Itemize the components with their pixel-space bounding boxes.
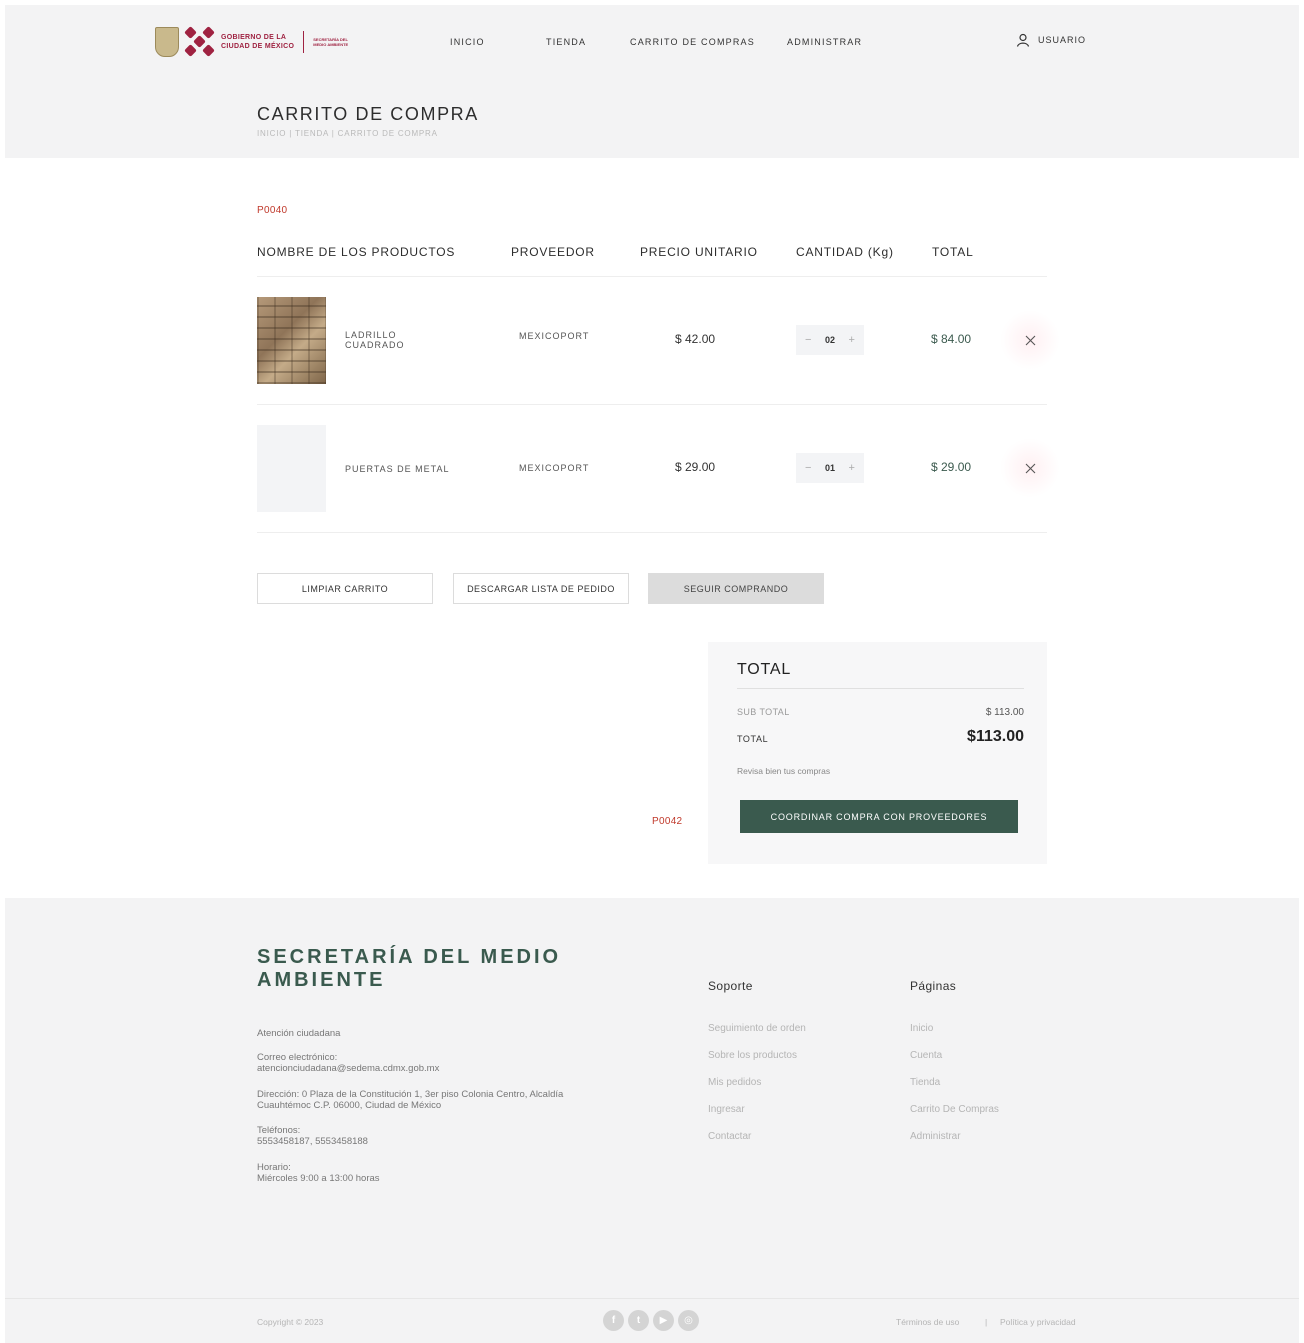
footer-pages-title: Páginas xyxy=(910,979,957,993)
footer-hours: Miércoles 9:00 a 13:00 horas xyxy=(257,1173,380,1184)
subtotal-value: $ 113.00 xyxy=(985,707,1024,718)
footer-email-label: Correo electrónico: xyxy=(257,1052,338,1063)
social-links: f t ▶ ◎ xyxy=(603,1310,699,1331)
product-image-brick[interactable] xyxy=(257,297,326,384)
footer-email[interactable]: atencionciudadana@sedema.cdmx.gob.mx xyxy=(257,1063,597,1074)
continue-shopping-button[interactable]: SEGUIR COMPRANDO xyxy=(648,573,824,604)
footer-brand: SECRETARÍA DEL MEDIO AMBIENTE xyxy=(257,946,562,991)
privacy-link[interactable]: Política y privacidad xyxy=(1000,1317,1076,1327)
remove-item-button[interactable] xyxy=(1000,438,1060,498)
page: GOBIERNO DE LA CIUDAD DE MÉXICO SECRETAR… xyxy=(5,5,1299,1343)
product-provider: MEXICOPORT xyxy=(519,331,590,341)
total-value: $113.00 xyxy=(967,728,1024,745)
row-total: $ 84.00 xyxy=(931,332,972,346)
footer-link-contact[interactable]: Contactar xyxy=(708,1131,751,1142)
user-icon xyxy=(1016,33,1030,47)
order-summary: TOTAL SUB TOTAL $ 113.00 TOTAL $113.00 R… xyxy=(708,642,1047,864)
logo-wordmark: GOBIERNO DE LA CIUDAD DE MÉXICO xyxy=(221,33,294,51)
increase-button[interactable]: + xyxy=(849,462,855,474)
close-icon xyxy=(1025,463,1035,473)
cdmx-logo[interactable]: GOBIERNO DE LA CIUDAD DE MÉXICO SECRETAR… xyxy=(155,25,353,59)
footer: SECRETARÍA DEL MEDIO AMBIENTE Atención c… xyxy=(5,898,1299,1343)
legal-separator: | xyxy=(985,1317,988,1327)
logo-line-2: CIUDAD DE MÉXICO xyxy=(221,43,295,50)
footer-link-account[interactable]: Cuenta xyxy=(910,1050,942,1061)
remove-item-button[interactable] xyxy=(1000,310,1060,370)
footer-link-login[interactable]: Ingresar xyxy=(708,1104,745,1115)
product-name[interactable]: LADRILLO CUADRADO xyxy=(345,330,435,350)
col-header-product: NOMBRE DE LOS PRODUCTOS xyxy=(257,245,456,259)
nav-administrar[interactable]: ADMINISTRAR xyxy=(787,37,862,47)
product-price: $ 42.00 xyxy=(675,332,716,346)
decrease-button[interactable]: − xyxy=(805,462,811,474)
logo-secretaria: SECRETARÍA DEL MEDIO AMBIENTE xyxy=(313,37,349,47)
nav-carrito[interactable]: CARRITO DE COMPRAS xyxy=(630,37,755,47)
footer-phones-label: Teléfonos: xyxy=(257,1125,301,1136)
cdmx-mark-icon xyxy=(184,26,215,57)
row-total: $ 29.00 xyxy=(931,460,972,474)
copyright: Copyright © 2023 xyxy=(257,1317,324,1327)
footer-support-title: Soporte xyxy=(708,979,753,993)
table-divider xyxy=(257,276,1047,277)
quantity-stepper: − 02 + xyxy=(796,325,864,355)
user-label: USUARIO xyxy=(1038,35,1087,45)
reference-code-top: P0040 xyxy=(257,205,288,216)
coordinate-purchase-button[interactable]: COORDINAR COMPRA CON PROVEEDORES xyxy=(740,800,1018,833)
logo-divider xyxy=(303,31,305,53)
quantity-value[interactable]: 01 xyxy=(825,463,835,473)
quantity-stepper: − 01 + xyxy=(796,453,864,483)
footer-link-order-tracking[interactable]: Seguimiento de orden xyxy=(708,1023,806,1034)
summary-title: TOTAL xyxy=(737,661,792,678)
page-hero: GOBIERNO DE LA CIUDAD DE MÉXICO SECRETAR… xyxy=(5,5,1299,158)
quantity-value[interactable]: 02 xyxy=(825,335,835,345)
product-name[interactable]: PUERTAS DE METAL xyxy=(345,464,465,474)
user-menu[interactable]: USUARIO xyxy=(1016,33,1086,47)
facebook-icon[interactable]: f xyxy=(603,1310,624,1331)
col-header-total: TOTAL xyxy=(932,245,974,259)
total-label: TOTAL xyxy=(737,734,769,744)
col-header-provider: PROVEEDOR xyxy=(511,245,595,259)
close-icon xyxy=(1025,335,1035,345)
download-order-list-button[interactable]: DESCARGAR LISTA DE PEDIDO xyxy=(453,573,629,604)
product-image-placeholder[interactable] xyxy=(257,425,326,512)
col-header-unit-price: PRECIO UNITARIO xyxy=(640,245,758,259)
col-header-quantity: CANTIDAD (Kg) xyxy=(796,245,894,259)
summary-note: Revisa bien tus compras xyxy=(737,766,831,776)
footer-divider xyxy=(5,1298,1299,1299)
decrease-button[interactable]: − xyxy=(805,334,811,346)
reference-code-bottom: P0042 xyxy=(652,816,683,827)
logo-line-1: GOBIERNO DE LA xyxy=(221,34,287,41)
twitter-icon[interactable]: t xyxy=(628,1310,649,1331)
footer-phones: 5553458187, 5553458188 xyxy=(257,1136,368,1147)
nav-inicio[interactable]: INICIO xyxy=(450,37,485,47)
page-title: CARRITO DE COMPRA xyxy=(257,104,479,124)
footer-attention: Atención ciudadana xyxy=(257,1028,341,1039)
footer-address: Dirección: 0 Plaza de la Constitución 1,… xyxy=(257,1089,564,1111)
nav-tienda[interactable]: TIENDA xyxy=(546,37,586,47)
footer-link-home[interactable]: Inicio xyxy=(910,1023,933,1034)
footer-link-cart[interactable]: Carrito De Compras xyxy=(910,1104,999,1115)
breadcrumb[interactable]: INICIO | TIENDA | CARRITO DE COMPRA xyxy=(257,129,438,138)
youtube-icon[interactable]: ▶ xyxy=(653,1310,674,1331)
footer-link-store[interactable]: Tienda xyxy=(910,1077,940,1088)
footer-hours-label: Horario: xyxy=(257,1162,291,1173)
summary-divider xyxy=(737,688,1024,689)
table-divider xyxy=(257,404,1047,405)
coat-of-arms-icon xyxy=(155,27,179,57)
subtotal-label: SUB TOTAL xyxy=(737,707,790,717)
footer-link-my-orders[interactable]: Mis pedidos xyxy=(708,1077,761,1088)
increase-button[interactable]: + xyxy=(849,334,855,346)
product-provider: MEXICOPORT xyxy=(519,463,590,473)
footer-link-about-products[interactable]: Sobre los productos xyxy=(708,1050,797,1061)
table-divider xyxy=(257,532,1047,533)
terms-link[interactable]: Términos de uso xyxy=(896,1317,959,1327)
instagram-icon[interactable]: ◎ xyxy=(678,1310,699,1331)
clear-cart-button[interactable]: LIMPIAR CARRITO xyxy=(257,573,433,604)
footer-link-admin[interactable]: Administrar xyxy=(910,1131,961,1142)
product-price: $ 29.00 xyxy=(675,460,716,474)
